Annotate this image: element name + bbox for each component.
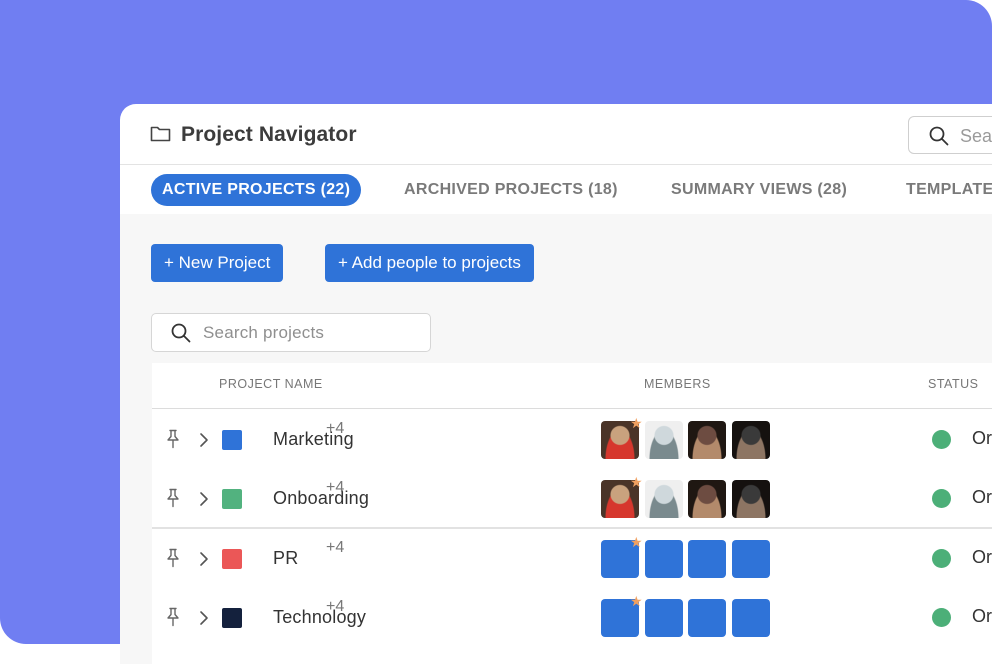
project-color-swatch [222,608,242,628]
chevron-right-icon[interactable] [199,432,209,448]
add-people-button[interactable]: + Add people to projects [325,244,534,282]
new-project-button[interactable]: + New Project [151,244,284,282]
member-avatar[interactable] [731,540,770,578]
chevron-right-icon[interactable] [199,551,209,567]
member-avatar[interactable] [644,599,683,637]
tab-templates[interactable]: TEMPLATE [906,174,992,206]
status-label: Or [972,428,992,448]
chevron-right-icon[interactable] [199,491,209,507]
chevron-right-icon[interactable] [199,610,209,626]
member-avatar[interactable] [688,599,726,637]
member-avatar[interactable] [688,480,726,518]
project-name[interactable]: Onboarding [273,488,369,509]
main-content: + New Project + Add people to projects S… [120,214,992,664]
pin-icon[interactable] [164,488,182,508]
member-avatar[interactable] [644,540,683,578]
table-row[interactable]: PR ★ +4 Or [152,529,992,588]
members-more-count[interactable]: +4 [326,420,344,438]
project-color-swatch [222,430,242,450]
star-icon: ★ [630,534,643,550]
column-header-members[interactable]: MEMBERS [644,377,711,391]
project-color-swatch [222,549,242,569]
table-row[interactable]: Onboarding ★ +4 Or [152,469,992,528]
search-icon [171,323,191,343]
member-avatar[interactable] [688,421,726,459]
status-label: Or [972,547,992,567]
global-search-input[interactable]: Sea [908,116,992,154]
search-icon [929,126,949,146]
pin-icon[interactable] [164,548,182,568]
table-row[interactable]: Technology ★ +4 Or [152,588,992,647]
status-indicator [932,430,951,449]
tab-archived-projects[interactable]: ARCHIVED PROJECTS (18) [404,174,618,206]
status-indicator [932,608,951,627]
status-label: Or [972,487,992,507]
star-icon: ★ [630,474,643,490]
column-header-project-name[interactable]: PROJECT NAME [219,377,323,391]
tab-bar: ACTIVE PROJECTS (22) ARCHIVED PROJECTS (… [120,166,992,214]
members-more-count[interactable]: +4 [326,479,344,497]
header-divider [152,408,992,409]
tab-active-projects[interactable]: ACTIVE PROJECTS (22) [151,174,362,206]
search-projects-input[interactable]: Search projects [151,313,431,352]
pin-icon[interactable] [164,429,182,449]
member-avatar[interactable] [731,599,770,637]
members-more-count[interactable]: +4 [326,598,344,616]
project-color-swatch [222,489,242,509]
tab-summary-views[interactable]: SUMMARY VIEWS (28) [671,174,847,206]
project-name[interactable]: PR [273,548,298,569]
page-title: Project Navigator [181,123,357,146]
title-bar: Project Navigator Sea [120,104,992,165]
member-avatar[interactable] [644,421,683,459]
members-more-count[interactable]: +4 [326,539,344,557]
column-header-status[interactable]: STATUS [928,377,978,391]
member-avatar[interactable] [731,421,770,459]
project-name[interactable]: Technology [273,607,366,628]
status-indicator [932,549,951,568]
project-navigator-window: Project Navigator Sea ACTIVE PROJECTS (2… [120,104,992,664]
status-indicator [932,489,951,508]
projects-table: PROJECT NAME MEMBERS STATUS Marketing ★ … [152,363,992,664]
global-search-placeholder: Sea [960,126,992,146]
member-avatar[interactable] [731,480,770,518]
table-row[interactable]: Marketing ★ +4 Or [152,410,992,469]
star-icon: ★ [630,593,643,609]
star-icon: ★ [630,415,643,431]
folder-icon [150,126,171,142]
search-projects-placeholder: Search projects [203,323,325,342]
member-avatar[interactable] [688,540,726,578]
status-label: Or [972,606,992,626]
member-avatar[interactable] [644,480,683,518]
pin-icon[interactable] [164,607,182,627]
